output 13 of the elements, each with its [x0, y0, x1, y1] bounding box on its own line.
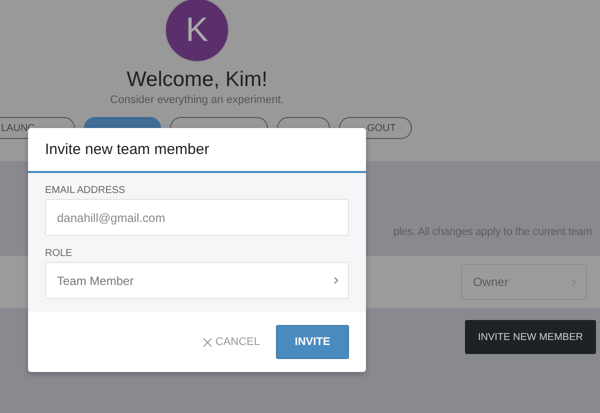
- role-select[interactable]: Owner: [461, 264, 587, 300]
- close-icon: [203, 338, 212, 346]
- chevron-icon: [334, 277, 338, 284]
- invite-new-member-button[interactable]: INVITE NEW MEMBER: [465, 320, 596, 354]
- field-label: ROLE: [45, 247, 74, 261]
- cancel-button[interactable]: CANCEL: [203, 336, 260, 348]
- role-select[interactable]: Team Member: [45, 262, 349, 299]
- tagline: Consider everything an experiment.: [109, 93, 285, 107]
- avatar: K: [165, 0, 229, 62]
- invite-button[interactable]: INVITE: [276, 325, 349, 359]
- email-field[interactable]: danahill@gmail.com: [45, 199, 349, 236]
- field-label: EMAIL ADDRESS: [45, 184, 126, 198]
- greeting: Welcome, Kim!: [126, 67, 268, 93]
